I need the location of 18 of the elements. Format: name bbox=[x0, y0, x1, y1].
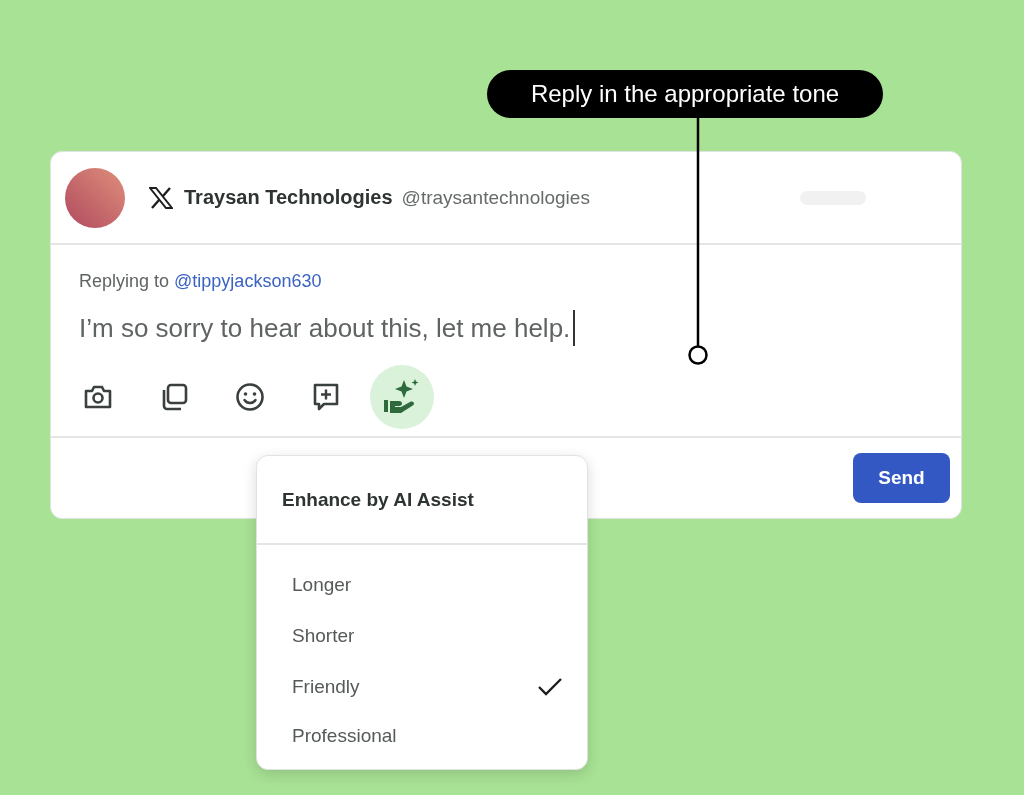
mention-link[interactable]: @tippyjackson630 bbox=[174, 271, 322, 291]
menu-item[interactable]: Shorter bbox=[257, 610, 587, 661]
send-button[interactable]: Send bbox=[853, 453, 950, 503]
account-handle: @traysantechnologies bbox=[401, 186, 590, 209]
menu-item[interactable]: Longer bbox=[257, 559, 587, 610]
menu-item[interactable]: Professional bbox=[257, 712, 587, 759]
menu-item[interactable]: Friendly bbox=[257, 661, 587, 712]
reply-text: I’m so sorry to hear about this, let me help. bbox=[79, 312, 571, 344]
ai-hand-sparkle-icon[interactable] bbox=[382, 378, 422, 416]
emoji-icon[interactable] bbox=[235, 382, 265, 412]
menu-title: Enhance by AI Assist bbox=[282, 488, 474, 511]
replying-to-text: Replying to @tippyjackson630 bbox=[79, 271, 323, 292]
text-cursor bbox=[573, 310, 576, 346]
x-logo-icon bbox=[149, 186, 173, 209]
camera-icon[interactable] bbox=[83, 384, 113, 410]
account-name: Traysan Technologies bbox=[184, 186, 393, 209]
callout-label: Reply in the appropriate tone bbox=[487, 70, 883, 118]
add-comment-icon[interactable] bbox=[312, 382, 340, 412]
